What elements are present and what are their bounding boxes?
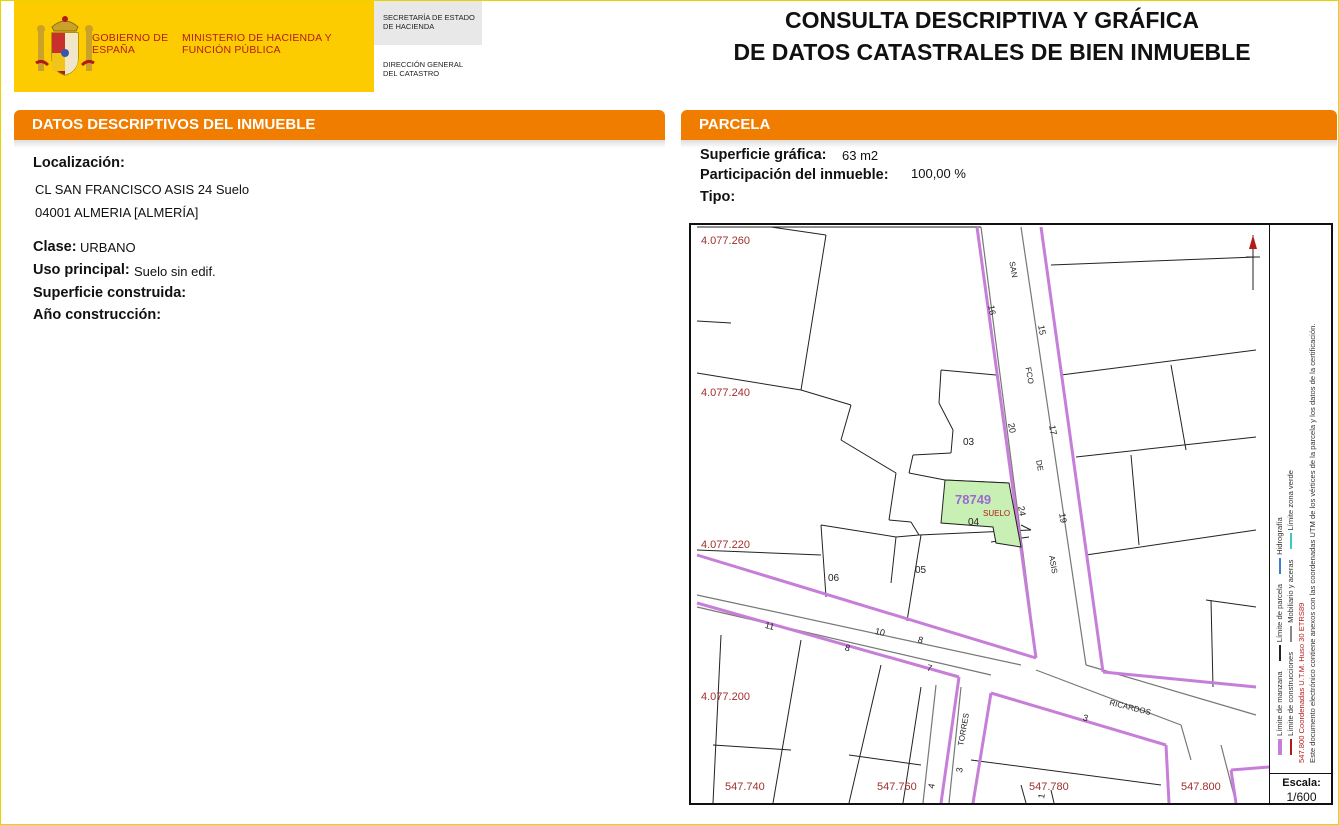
legend-nota: Este documento electrónico contiene anex…: [1308, 323, 1317, 763]
label-04: 04: [968, 517, 980, 528]
title-line-1: CONSULTA DESCRIPTIVA Y GRÁFICA: [784, 7, 1200, 33]
legend-construcciones-swatch: [1290, 739, 1292, 755]
x-coord-4: 547.800: [1181, 781, 1221, 793]
label-20: 20: [1006, 422, 1018, 434]
label-03: 03: [963, 437, 975, 448]
label-06: 06: [828, 573, 840, 584]
parcel-use: SUELO: [983, 509, 1011, 518]
participacion-value: 100,00 %: [911, 166, 966, 181]
legend-construcciones: Límite de construcciones: [1286, 652, 1295, 736]
y-coord-4: 4.077.200: [701, 691, 750, 703]
tipo-label: Tipo:: [700, 189, 736, 205]
label-24: 24: [1016, 505, 1028, 517]
north-arrow-icon: [1246, 235, 1260, 290]
legend-hidrografia: Hidrografía: [1275, 517, 1284, 555]
secretaria-text: SECRETARÍA DE ESTADO DE HACIENDA: [383, 13, 475, 31]
panel-shadow-left: [14, 140, 665, 148]
parcel-reference: 78749: [955, 492, 992, 507]
ministry-name: MINISTERIO DE HACIENDA Y FUNCIÓN PÚBLICA: [182, 32, 332, 56]
legend-parcela-swatch: [1279, 645, 1281, 662]
direccion-text: DIRECCIÓN GENERAL DEL CATASTRO: [383, 60, 463, 78]
label-15: 15: [1036, 324, 1048, 336]
address-line-2: 04001 ALMERIA [ALMERÍA]: [35, 205, 199, 220]
legend-zona-verde-swatch: [1290, 533, 1292, 550]
legend-coordenadas: 547.800 Coordenadas U.T.M. Huso 30 ETRS8…: [1297, 602, 1306, 763]
gov-name: GOBIERNO DE ESPAÑA: [92, 32, 169, 56]
legend-manzana: Límite de manzana: [1275, 671, 1284, 736]
coat-of-arms-icon: [35, 16, 95, 76]
legend-parcela: Límite de parcela: [1275, 584, 1284, 643]
uso-value: Suelo sin edif.: [134, 264, 216, 279]
label-19: 19: [1057, 512, 1069, 524]
scale-value: 1/600: [1286, 790, 1317, 804]
page-title: CONSULTA DESCRIPTIVA Y GRÁFICA DE DATOS …: [700, 4, 1284, 68]
legend-zona-verde: Límite zona verde: [1286, 470, 1295, 531]
participacion-label: Participación del inmueble:: [700, 167, 889, 183]
title-line-2: DE DATOS CATASTRALES DE BIEN INMUEBLE: [733, 39, 1251, 65]
anio-construccion-label: Año construcción:: [33, 307, 162, 323]
clase-label: Clase:: [33, 239, 77, 255]
localizacion-label: Localización:: [33, 155, 125, 171]
legend-row-2: Límite de construcciones Mobiliario y ac…: [1285, 225, 1296, 763]
uso-label: Uso principal:: [33, 262, 130, 278]
x-coord-1: 547.740: [725, 781, 765, 793]
legend-mobiliario: Mobiliario y aceras: [1286, 559, 1295, 623]
superficie-grafica-label: Superficie gráfica:: [700, 147, 827, 163]
datos-descriptivos-header: DATOS DESCRIPTIVOS DEL INMUEBLE: [14, 110, 665, 140]
label-de: DE: [1034, 459, 1045, 472]
address-line-1: CL SAN FRANCISCO ASIS 24 Suelo: [35, 182, 250, 197]
legend-hidrografia-swatch: [1279, 557, 1281, 574]
label-16: 16: [986, 304, 998, 316]
x-coord-2: 547.760: [877, 781, 917, 793]
header-highlight: INMUEBLE: [237, 116, 316, 133]
superficie-construida-label: Superficie construida:: [33, 285, 187, 301]
clase-value: URBANO: [80, 240, 136, 255]
label-05: 05: [915, 565, 927, 576]
legend-row-1: Límite de manzana Límite de parcela Hidr…: [1274, 225, 1285, 763]
header-prefix: DATOS DESCRIPTIVOS DEL: [32, 116, 238, 133]
legend-mobiliario-swatch: [1290, 625, 1292, 642]
map-drawing: [696, 226, 1269, 803]
y-coord-3: 4.077.220: [701, 539, 750, 551]
legend-content: Límite de manzana Límite de parcela Hidr…: [1274, 225, 1331, 763]
cadastral-map[interactable]: 4.077.260 4.077.240 4.077.220 4.077.200 …: [689, 223, 1333, 805]
label-17: 17: [1047, 424, 1059, 436]
scale-box: Escala: 1/600: [1269, 773, 1331, 804]
y-coord-1: 4.077.260: [701, 235, 750, 247]
legend-manzana-swatch: [1278, 739, 1282, 755]
scale-label: Escala:: [1282, 777, 1321, 789]
superficie-grafica-value: 63 m2: [842, 148, 879, 163]
parcela-header: PARCELA: [681, 110, 1337, 140]
y-coord-2: 4.077.240: [701, 387, 750, 399]
map-legend: Límite de manzana Límite de parcela Hidr…: [1269, 225, 1331, 773]
x-coord-3: 547.780: [1029, 781, 1069, 793]
